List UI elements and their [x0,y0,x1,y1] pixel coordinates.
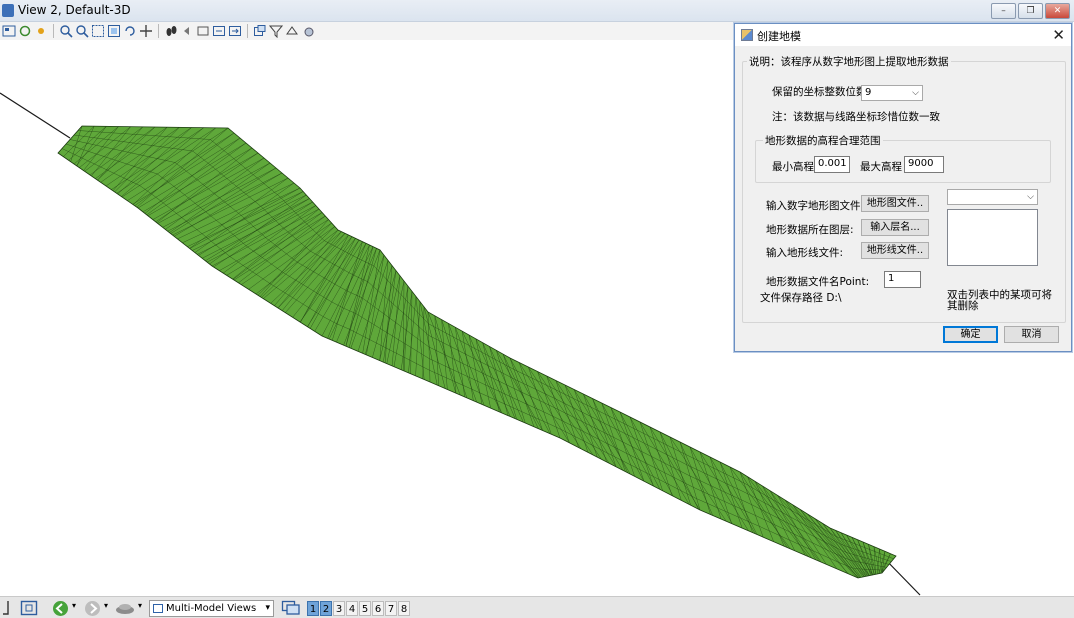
chevron-down-icon[interactable]: ▾ [104,601,108,610]
chevron-down-icon[interactable]: ▾ [138,601,142,610]
terrain-line-button[interactable]: 地形线文件.. [861,242,929,259]
tentative-icon[interactable] [2,600,14,616]
layer-combo[interactable]: ⌵ [947,189,1038,205]
view-button-8[interactable]: 8 [398,601,410,616]
elevation-range-label: 地形数据的高程合理范围 [763,133,883,148]
back-arrow-icon[interactable] [52,600,69,617]
digits-note: 注：该数据与线路坐标珍惜位数一致 [772,111,940,123]
data-file-label: 地形数据文件名Point: [766,276,870,288]
max-elevation-input[interactable]: 9000 [904,156,944,173]
minimize-button[interactable]: – [991,3,1016,19]
coord-digits-combo[interactable]: 9 ⌵ [861,85,923,101]
copy-view-icon[interactable] [212,24,226,38]
render-icon[interactable] [301,24,315,38]
view-button-5[interactable]: 5 [359,601,371,616]
rotate-view-icon[interactable] [123,24,137,38]
views-select[interactable]: Multi-Model Views ▾ [149,600,274,617]
view-number-buttons: 12345678 [307,601,410,616]
walk-icon[interactable] [164,24,178,38]
fit-view-icon[interactable] [20,600,38,616]
fit-view-icon[interactable] [107,24,121,38]
app-window: View 2, Default-3D – ❐ ✕ 创建地模 ✕ 说明：该程序从数… [0,0,1074,618]
views-select-value: Multi-Model Views [166,603,257,614]
restore-button[interactable]: ❐ [1018,3,1043,19]
chevron-down-icon[interactable]: ▾ [72,601,76,610]
layer-listbox[interactable] [947,209,1038,266]
view-attributes-icon[interactable] [2,24,16,38]
coord-digits-label: 保留的坐标整数位数 [772,86,867,98]
save-path-text: 文件保存路径 D:\ [760,292,842,304]
min-elevation-label: 最小高程 [772,161,814,173]
next-view-icon[interactable] [196,24,210,38]
view-toolbar [0,22,735,40]
data-file-input[interactable]: 1 [884,271,921,288]
dtm-file-label: 输入数字地形图文件: [766,200,865,212]
create-terrain-dialog: 创建地模 ✕ 说明：该程序从数字地形图上提取地形数据 保留的坐标整数位数 9 ⌵… [734,23,1072,352]
view-button-4[interactable]: 4 [346,601,358,616]
min-elevation-input[interactable]: 0.001 [814,156,850,173]
display-style-icon[interactable] [253,24,267,38]
dtm-file-button[interactable]: 地形图文件.. [861,195,929,212]
chevron-down-icon: ▾ [265,603,270,613]
view-title-bar: View 2, Default-3D – ❐ ✕ [0,0,1074,22]
view-button-2[interactable]: 2 [320,601,332,616]
toolbar-separator [158,24,159,38]
window-area-icon[interactable] [91,24,105,38]
level-display-icon[interactable] [285,24,299,38]
dialog-app-icon [741,29,753,41]
dialog-title: 创建地模 [757,30,801,43]
terrain-line-label: 输入地形线文件: [766,247,844,259]
dialog-title-bar: 创建地模 ✕ [735,24,1071,46]
previous-view-icon[interactable] [180,24,194,38]
cancel-button[interactable]: 取消 [1004,326,1059,343]
zoom-in-icon[interactable] [59,24,73,38]
max-elevation-label: 最大高程 [860,161,902,173]
description-text: 说明：该程序从数字地形图上提取地形数据 [747,54,951,69]
coord-digits-value: 9 [865,87,872,98]
dialog-close-button[interactable]: ✕ [1052,26,1065,44]
layer-label: 地形数据所在图层: [766,224,854,236]
toolbar-separator [247,24,248,38]
layer-button[interactable]: 输入层名... [861,219,929,236]
view-control-bar: ▾ ▾ ▾ Multi-Model Views ▾ 12345678 [0,596,1074,618]
close-button[interactable]: ✕ [1045,3,1070,19]
zoom-out-icon[interactable] [75,24,89,38]
refresh-icon[interactable] [18,24,32,38]
list-delete-hint: 双击列表中的某项可将其删除 [947,289,1052,312]
view-button-3[interactable]: 3 [333,601,345,616]
chevron-down-icon: ⌵ [1027,192,1034,202]
ok-button[interactable]: 确定 [943,326,998,343]
microstation-view-icon [2,4,14,17]
view-title: View 2, Default-3D [18,3,131,17]
filter-icon[interactable] [269,24,283,38]
clip-volume-icon[interactable] [228,24,242,38]
view-button-6[interactable]: 6 [372,601,384,616]
window-controls: – ❐ ✕ [991,3,1070,19]
camera-icon[interactable] [34,24,48,38]
views-icon [153,604,163,613]
view-button-1[interactable]: 1 [307,601,319,616]
chevron-down-icon: ⌵ [912,88,919,98]
view-button-7[interactable]: 7 [385,601,397,616]
toolbar-separator [53,24,54,38]
view-groups-icon[interactable] [281,600,301,616]
forward-arrow-icon[interactable] [84,600,101,617]
pan-icon[interactable] [139,24,153,38]
model-icon[interactable] [115,601,135,615]
